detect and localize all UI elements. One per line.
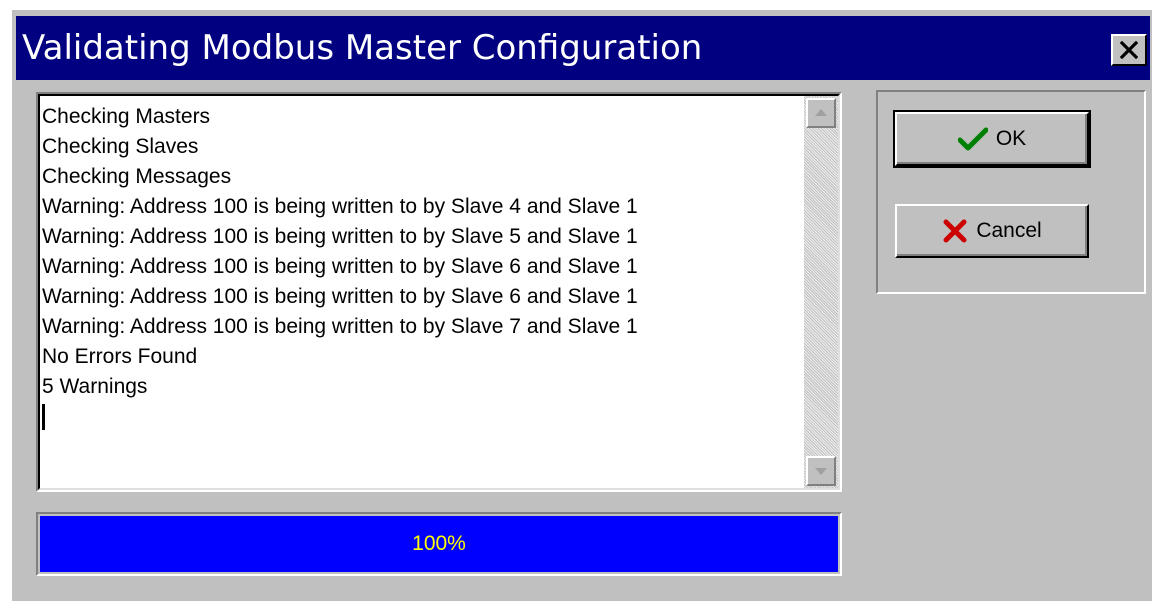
scroll-up-button[interactable]: [806, 98, 836, 128]
close-button[interactable]: [1111, 34, 1147, 66]
text-caret: [42, 404, 45, 430]
log-line: Checking Slaves: [42, 135, 199, 158]
cancel-button[interactable]: Cancel: [895, 204, 1089, 258]
log-line: Warning: Address 100 is being written to…: [42, 225, 638, 248]
log-line: No Errors Found: [42, 345, 198, 368]
close-icon: [1120, 41, 1138, 59]
button-panel: OK Cancel: [876, 90, 1146, 294]
arrow-down-icon: [815, 468, 827, 475]
title-bar: Validating Modbus Master Configuration: [16, 16, 1150, 80]
log-output[interactable]: Checking Masters Checking Slaves Checking …: [36, 92, 842, 492]
log-line: Checking Messages: [42, 165, 232, 188]
dialog-title: Validating Modbus Master Configuration: [22, 28, 703, 68]
progress-percent: 100%: [412, 532, 466, 555]
progress-bar: 100%: [36, 512, 842, 576]
ok-button[interactable]: OK: [893, 110, 1091, 168]
scroll-down-button[interactable]: [806, 456, 836, 486]
log-text-area: Checking Masters Checking Slaves Checking …: [42, 102, 802, 430]
log-line: Checking Masters: [42, 105, 211, 128]
log-line: Warning: Address 100 is being written to…: [42, 285, 638, 308]
checkmark-icon: [957, 127, 988, 151]
log-line: 5 Warnings: [42, 375, 148, 398]
log-line: Warning: Address 100 is being written to…: [42, 315, 638, 338]
ok-button-label: OK: [995, 127, 1027, 150]
x-mark-icon: [943, 219, 967, 243]
log-line: Warning: Address 100 is being written to…: [42, 195, 638, 218]
vertical-scrollbar[interactable]: [804, 96, 838, 488]
validation-dialog: Validating Modbus Master Configuration C…: [10, 8, 1152, 601]
arrow-up-icon: [815, 109, 827, 116]
cancel-button-label: Cancel: [976, 219, 1042, 242]
log-line: Warning: Address 100 is being written to…: [42, 255, 638, 278]
